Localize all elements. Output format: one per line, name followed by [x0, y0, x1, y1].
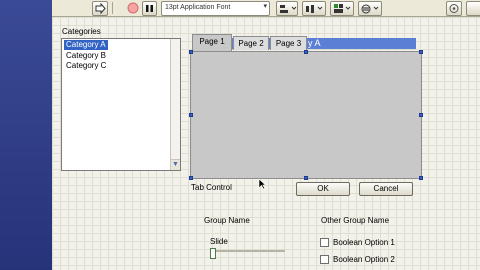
categories-listbox[interactable]: Category A Category B Category C ▼ — [61, 38, 181, 171]
categories-label: Categories — [62, 27, 101, 36]
tab-page-3[interactable]: Page 3 — [270, 36, 307, 50]
reorder-button[interactable] — [358, 1, 382, 16]
align-objects-button[interactable] — [276, 1, 298, 16]
resize-icon — [334, 4, 351, 13]
resize-handle[interactable] — [304, 50, 308, 54]
cancel-button[interactable]: Cancel — [359, 182, 413, 196]
slide-thumb[interactable] — [210, 248, 216, 259]
group-name-label: Group Name — [204, 216, 250, 225]
ok-button[interactable]: OK — [296, 182, 350, 196]
boolean-option-2-label: Boolean Option 2 — [333, 255, 395, 264]
tab-page-2[interactable]: Page 2 — [233, 36, 269, 50]
slide-label: Slide — [210, 237, 228, 246]
boolean-option-1-label: Boolean Option 1 — [333, 238, 395, 247]
boolean-option-1-checkbox[interactable] — [320, 238, 329, 247]
boolean-option-2-checkbox[interactable] — [320, 255, 329, 264]
list-item[interactable]: Category B — [64, 51, 108, 61]
help-icon — [449, 4, 459, 13]
pause-button[interactable] — [142, 1, 157, 16]
chevron-down-icon: ▾ — [263, 3, 267, 10]
tab-control-page[interactable] — [190, 51, 422, 179]
resize-handle[interactable] — [189, 176, 193, 180]
resize-handle[interactable] — [419, 113, 423, 117]
align-icon — [280, 5, 297, 13]
listbox-scrollbar[interactable]: ▼ — [170, 39, 180, 170]
scroll-down-icon[interactable]: ▼ — [171, 159, 180, 170]
resize-handle[interactable] — [419, 50, 423, 54]
font-select-value: 13pt Application Font — [165, 4, 231, 11]
reorder-icon — [361, 4, 379, 14]
other-group-name-label: Other Group Name — [321, 216, 390, 225]
slide-track[interactable] — [211, 250, 285, 252]
tab-page-1[interactable]: Page 1 — [192, 34, 232, 51]
tab-control-label: Tab Control — [191, 183, 232, 192]
list-item[interactable]: Category A — [64, 40, 108, 50]
stop-button[interactable] — [126, 1, 140, 14]
distribute-icon — [306, 5, 323, 13]
mouse-cursor-icon — [258, 178, 266, 190]
tab-header-text: y A — [308, 38, 321, 48]
list-item[interactable]: Category C — [64, 61, 108, 71]
font-select[interactable]: 13pt Application Font ▾ — [161, 1, 270, 16]
distribute-objects-button[interactable] — [302, 1, 326, 16]
toolbar: 13pt Application Font ▾ — [52, 0, 480, 17]
pause-icon — [146, 5, 153, 12]
resize-objects-button[interactable] — [330, 1, 354, 16]
resize-handle[interactable] — [419, 176, 423, 180]
resize-handle[interactable] — [189, 50, 193, 54]
help-button[interactable] — [446, 1, 462, 16]
stop-icon — [127, 2, 139, 14]
palette-icon-button[interactable] — [466, 1, 480, 16]
resize-handle[interactable] — [189, 113, 193, 117]
window-edge — [0, 0, 52, 270]
run-arrow-button[interactable] — [92, 1, 108, 16]
arrow-right-icon — [95, 2, 106, 15]
resize-handle[interactable] — [304, 176, 308, 180]
